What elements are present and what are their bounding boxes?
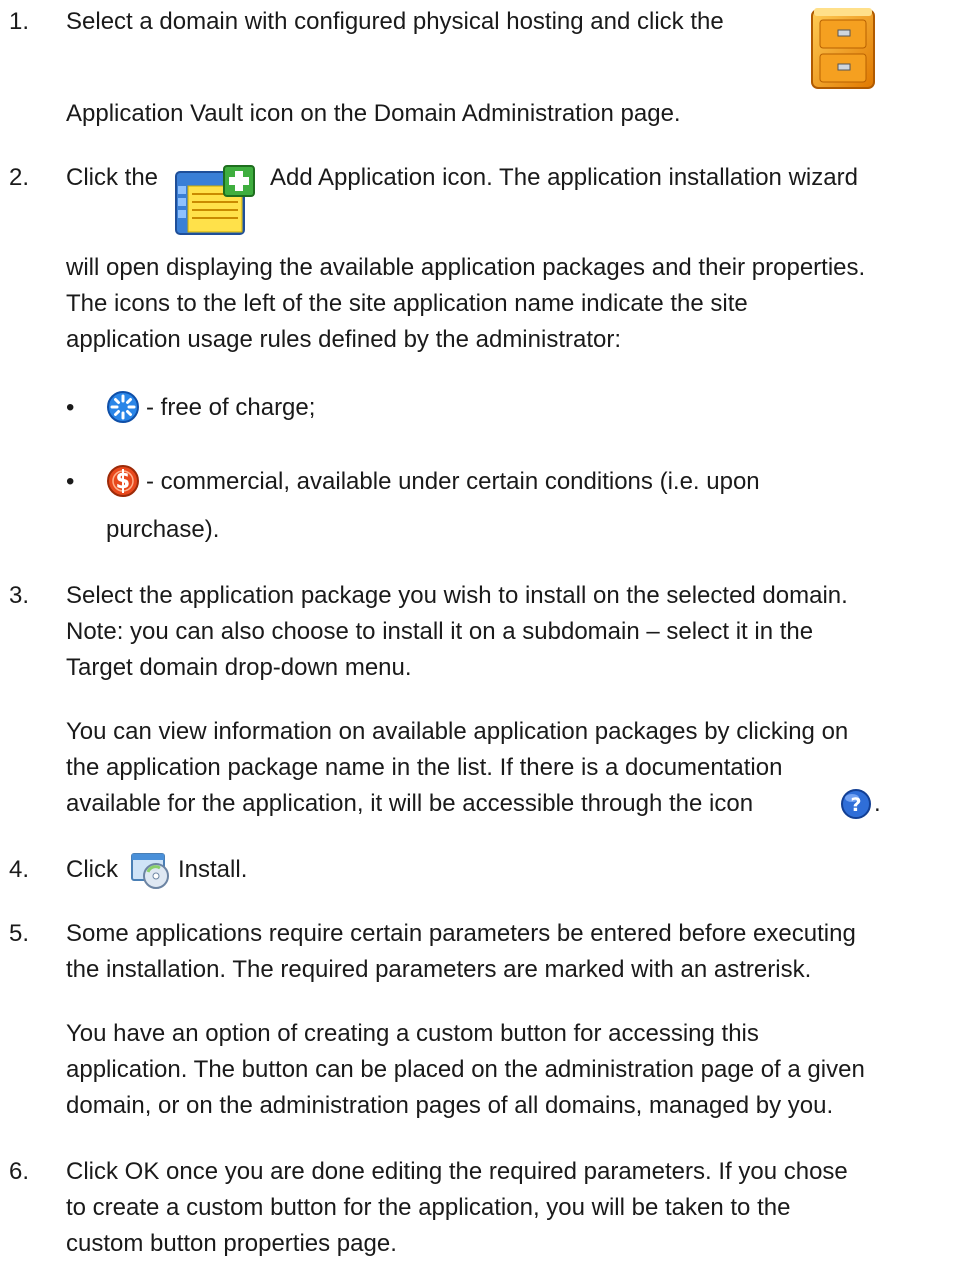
step-number: 1. [9, 8, 30, 35]
step-text-post: Add Application icon. The application in… [270, 164, 858, 191]
step-number: 2. [9, 164, 30, 191]
step-text: Some applications require certain parame… [66, 920, 856, 947]
step-number: 5. [9, 920, 30, 947]
step-text: Select the application package you wish … [66, 582, 848, 609]
step-text-post: Install. [178, 856, 248, 883]
step-text-pre: Click [66, 856, 118, 883]
free-icon [107, 391, 139, 423]
bullet-text: - commercial, available under certain co… [146, 468, 760, 495]
step-text: custom button properties page. [66, 1230, 397, 1257]
commercial-icon: S [107, 465, 139, 497]
step-text: the application package name in the list… [66, 754, 783, 781]
step-number: 6. [9, 1158, 30, 1185]
step-text: application usage rules defined by the a… [66, 326, 621, 353]
step-text: Note: you can also choose to install it … [66, 618, 814, 645]
help-icon: ? [841, 789, 871, 819]
step-text: The icons to the left of the site applic… [66, 290, 748, 317]
bullet: • [66, 468, 75, 495]
bullet-text: purchase). [106, 516, 220, 543]
step-text: available for the application, it will b… [66, 790, 754, 817]
bullet: • [66, 394, 75, 421]
svg-text:?: ? [850, 794, 861, 816]
step-text: will open displaying the available appli… [66, 254, 866, 281]
step-text: to create a custom button for the applic… [66, 1194, 791, 1221]
add-application-icon [175, 165, 255, 235]
step-text-pre: Click the [66, 164, 159, 191]
install-icon [131, 853, 169, 889]
step-text: the installation. The required parameter… [66, 956, 812, 983]
step-number: 3. [9, 582, 30, 609]
bullet-text: - free of charge; [146, 394, 316, 421]
step-number: 4. [9, 856, 30, 883]
step-text-end: . [874, 790, 881, 817]
step-text: You can view information on available ap… [66, 718, 849, 745]
application-vault-icon [811, 8, 875, 89]
step-text: Select a domain with configured physical… [66, 8, 724, 35]
step-text: Application Vault icon on the Domain Adm… [66, 100, 681, 127]
step-text: Target domain drop-down menu. [66, 654, 412, 681]
step-text: You have an option of creating a custom … [66, 1020, 759, 1047]
step-text: Click OK once you are done editing the r… [66, 1158, 848, 1185]
step-text: application. The button can be placed on… [66, 1056, 865, 1083]
step-text: domain, or on the administration pages o… [66, 1092, 834, 1119]
